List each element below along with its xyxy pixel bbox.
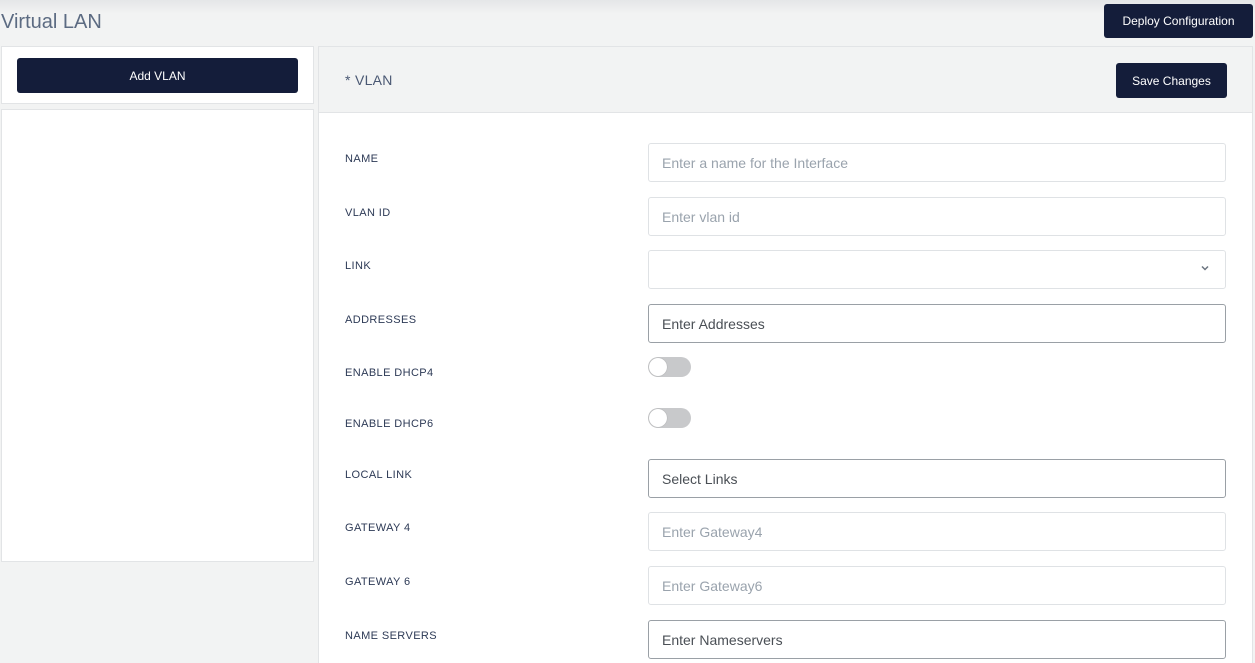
gateway6-label: GATEWAY 6 [345,576,411,588]
name-input[interactable] [648,143,1226,182]
gateway4-label: GATEWAY 4 [345,522,411,534]
link-label: LINK [345,260,372,272]
panel-header: * VLAN Save Changes [319,47,1252,113]
enable-dhcp4-toggle[interactable] [648,357,691,377]
local-link-label: LOCAL LINK [345,469,413,481]
addresses-input[interactable] [648,304,1226,343]
gateway6-input[interactable] [648,566,1226,605]
page-title: Virtual LAN [1,11,102,33]
sidebar-actions: Add VLAN [1,46,314,104]
name-label: NAME [345,153,379,165]
toggle-knob [649,409,667,427]
top-bar: Virtual LAN Deploy Configuration [0,0,1255,46]
gateway4-input[interactable] [648,512,1226,551]
save-changes-button[interactable]: Save Changes [1116,63,1227,98]
addresses-label: ADDRESSES [345,314,417,326]
deploy-configuration-button[interactable]: Deploy Configuration [1104,4,1253,38]
add-vlan-button[interactable]: Add VLAN [17,58,298,93]
name-servers-label: NAME SERVERS [345,630,438,642]
vlan-id-input[interactable] [648,197,1226,236]
chevron-down-icon [1201,265,1209,271]
panel-title: * VLAN [345,72,393,88]
vlan-editor-panel: * VLAN Save Changes NAME VLAN ID LINK AD… [318,46,1253,663]
vlan-id-label: VLAN ID [345,207,391,219]
enable-dhcp6-label: ENABLE DHCP6 [345,418,434,430]
name-servers-input[interactable] [648,620,1226,659]
enable-dhcp6-toggle[interactable] [648,408,691,428]
link-select[interactable] [648,250,1226,289]
toggle-knob [649,358,667,376]
local-link-input[interactable] [648,459,1226,498]
vlan-list [1,109,314,562]
enable-dhcp4-label: ENABLE DHCP4 [345,367,434,379]
